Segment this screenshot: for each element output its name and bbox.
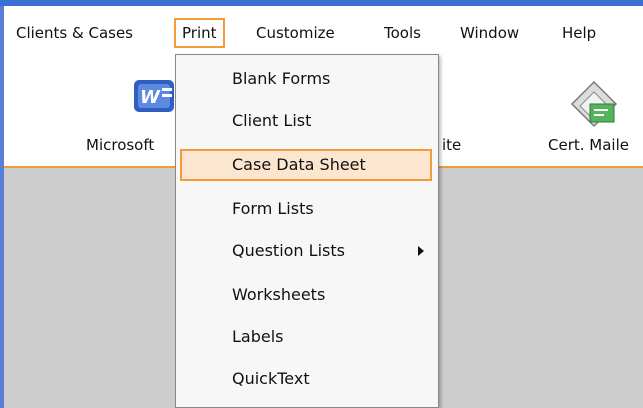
submenu-arrow-icon [418,246,424,256]
menu-help[interactable]: Help [562,20,596,46]
toolbar-label-microsoft[interactable]: Microsoft [86,136,154,154]
menu-tools[interactable]: Tools [384,20,421,46]
print-menu-item-client-list[interactable]: Client List [176,103,438,139]
print-menu-item-question-lists[interactable]: Question Lists [176,233,438,269]
app-window: Clients & Cases Print Customize Tools Wi… [0,0,643,408]
svg-text:W: W [140,87,161,108]
print-menu-item-labels[interactable]: Labels [176,319,438,355]
menu-item-label: Blank Forms [232,69,331,88]
toolbar-label-cert-mail[interactable]: Cert. Maile [548,136,629,154]
print-menu-item-blank-forms[interactable]: Blank Forms [176,61,438,97]
menu-item-label: Question Lists [232,241,345,260]
menu-customize[interactable]: Customize [256,20,335,46]
menu-window[interactable]: Window [460,20,519,46]
menu-item-label: QuickText [232,369,310,388]
menu-item-label: Worksheets [232,285,326,304]
menu-item-label: Case Data Sheet [232,155,366,174]
print-menu-item-worksheets[interactable]: Worksheets [176,277,438,313]
menu-item-label: Labels [232,327,284,346]
print-menu-dropdown: Blank Forms Client List Case Data Sheet … [175,54,439,408]
menu-clients-cases[interactable]: Clients & Cases [16,20,133,46]
toolbar-label-suite[interactable]: ite [442,136,461,154]
print-menu-item-form-lists[interactable]: Form Lists [176,191,438,227]
certified-mail-icon[interactable] [566,74,622,130]
word-icon[interactable]: W [132,76,176,116]
menu-item-label: Form Lists [232,199,314,218]
print-menu-item-case-data-sheet[interactable]: Case Data Sheet [176,147,438,183]
print-menu-item-quicktext[interactable]: QuickText [176,361,438,397]
menu-print[interactable]: Print [174,18,225,48]
menu-item-label: Client List [232,111,312,130]
